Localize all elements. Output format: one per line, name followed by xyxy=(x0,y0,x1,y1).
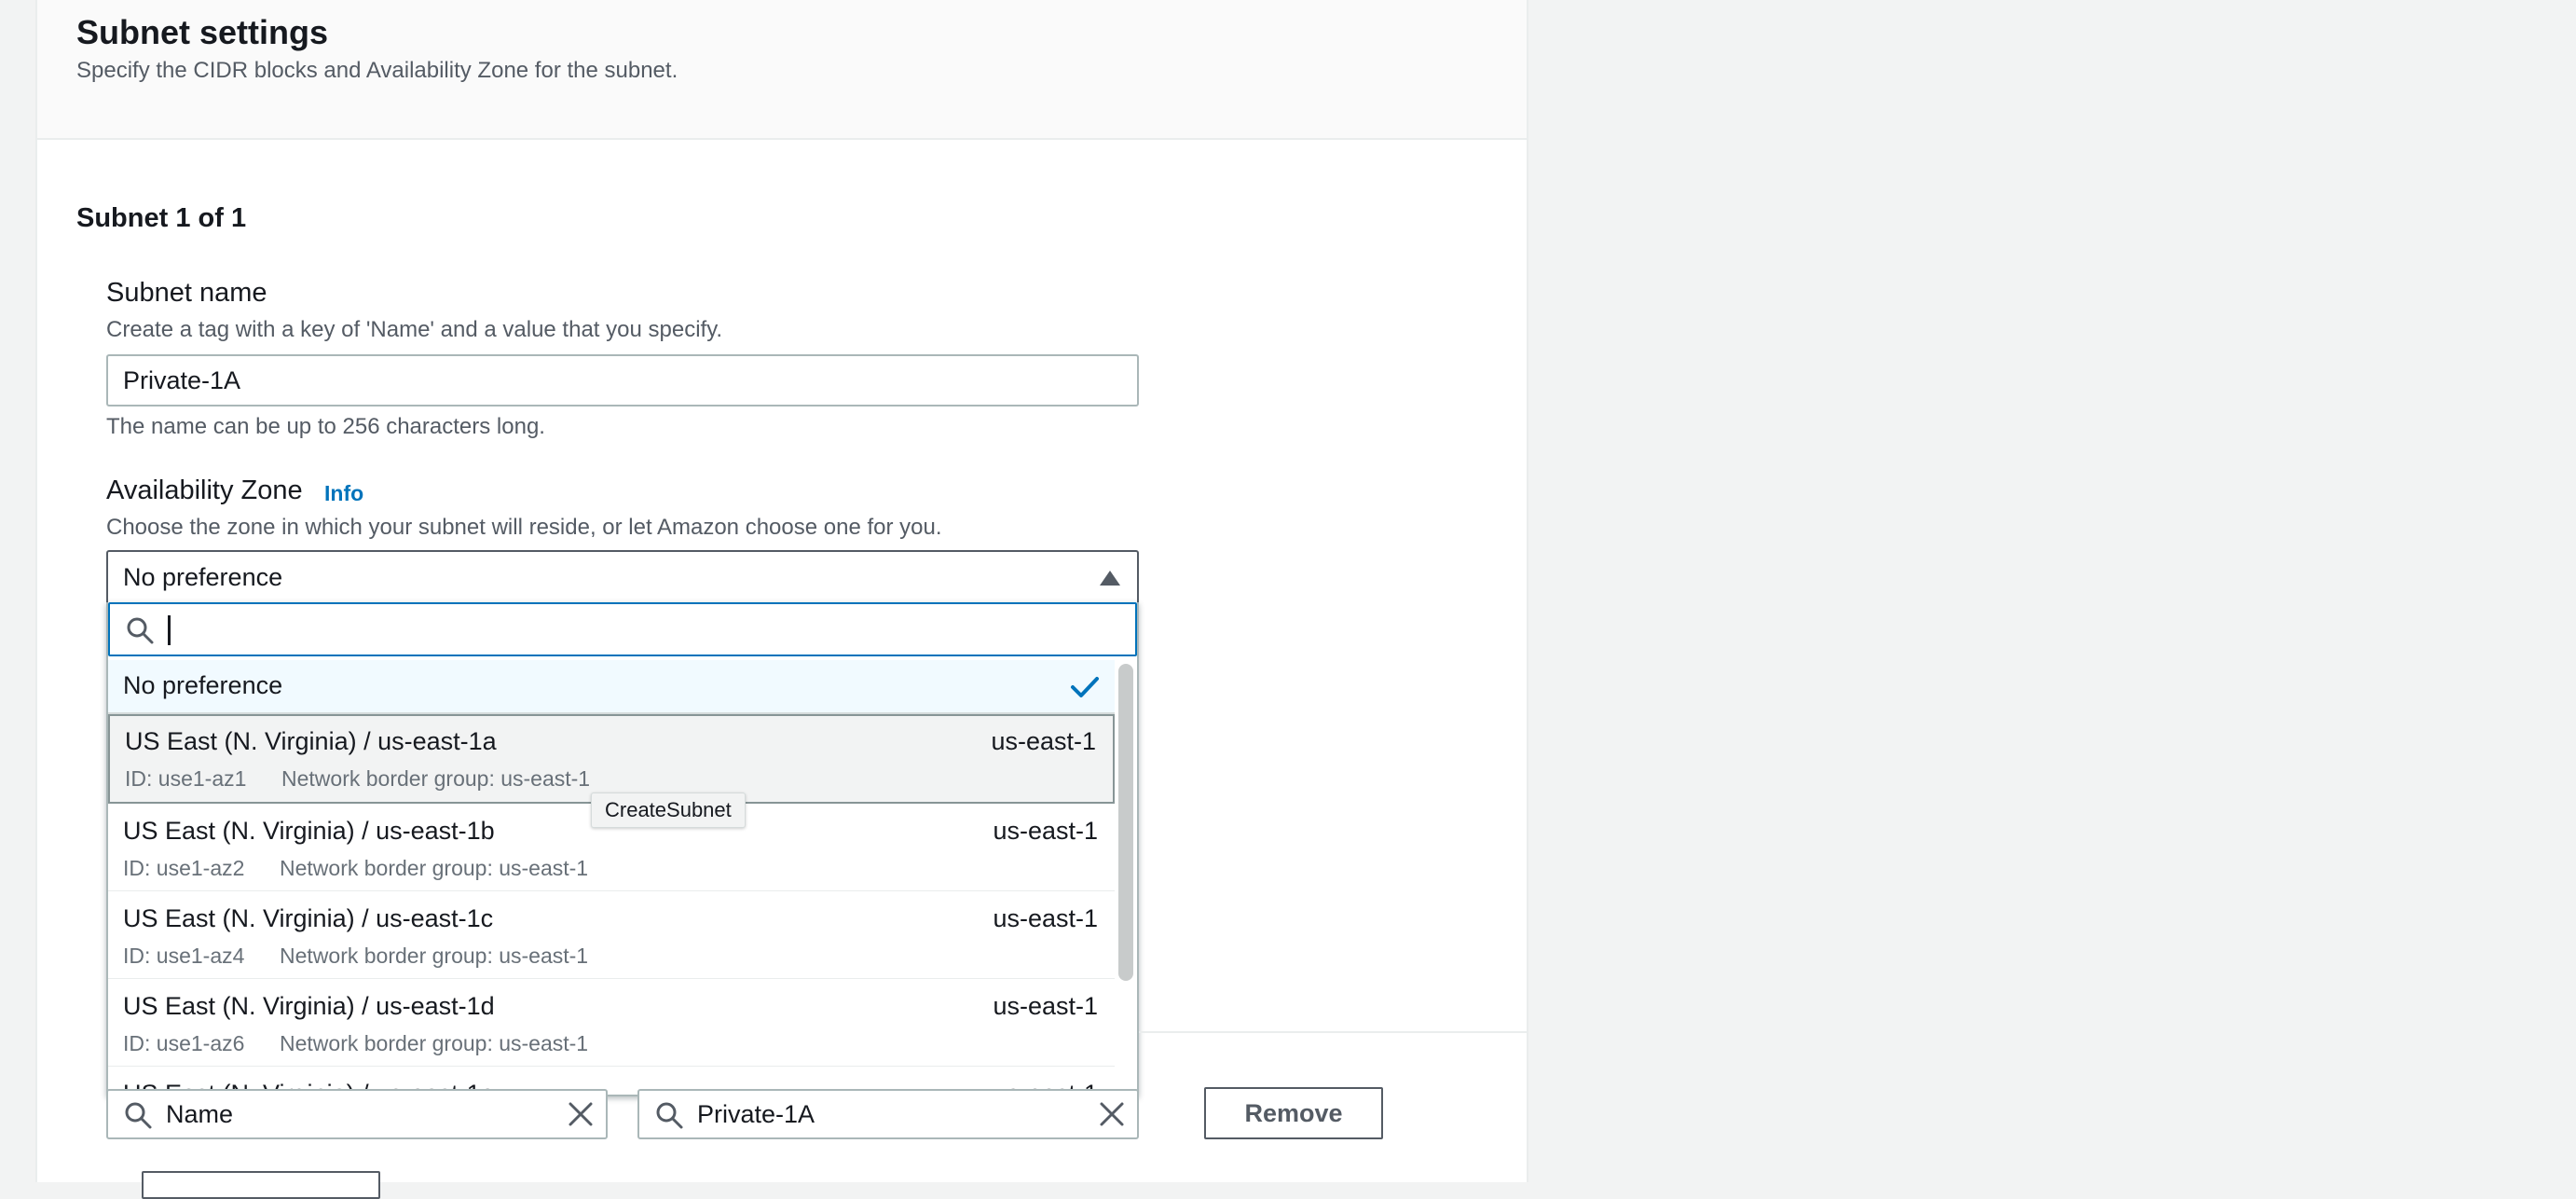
availability-zone-dropdown: No preference US East (N. Virginia) / us… xyxy=(106,602,1139,1096)
remove-tag-button[interactable]: Remove xyxy=(1204,1087,1383,1139)
option-title: US East (N. Virginia) / us-east-1d xyxy=(123,992,495,1020)
option-border-group: Network border group: us-east-1 xyxy=(280,856,589,880)
tag-key-input[interactable]: Name xyxy=(106,1089,608,1139)
option-region: us-east-1 xyxy=(991,727,1096,755)
availability-zone-label: Availability Zone xyxy=(106,475,303,505)
option-title: No preference xyxy=(123,671,283,699)
section-description: Specify the CIDR blocks and Availability… xyxy=(76,58,678,83)
text-cursor xyxy=(168,615,171,645)
option-us-east-1a[interactable]: US East (N. Virginia) / us-east-1a us-ea… xyxy=(108,714,1115,804)
panel-header: Subnet settings Specify the CIDR blocks … xyxy=(37,0,1527,140)
section-divider xyxy=(1139,1031,1528,1033)
option-title: US East (N. Virginia) / us-east-1a xyxy=(125,727,497,755)
availability-zone-description: Choose the zone in which your subnet wil… xyxy=(106,515,942,540)
option-region: us-east-1 xyxy=(993,992,1098,1020)
option-title: US East (N. Virginia) / us-east-1c xyxy=(123,904,494,932)
dropdown-options-list: No preference US East (N. Virginia) / us… xyxy=(108,660,1115,1095)
search-icon xyxy=(656,1102,683,1129)
option-border-group: Network border group: us-east-1 xyxy=(281,766,591,791)
option-zone-id: ID: use1-az6 xyxy=(123,1031,245,1055)
option-us-east-1d[interactable]: US East (N. Virginia) / us-east-1d us-ea… xyxy=(108,979,1115,1067)
option-zone-id: ID: use1-az4 xyxy=(123,944,245,968)
add-tag-button[interactable] xyxy=(142,1171,380,1199)
availability-zone-info-link[interactable]: Info xyxy=(324,481,363,506)
option-zone-id: ID: use1-az1 xyxy=(125,766,247,791)
section-title: Subnet settings xyxy=(76,13,329,51)
subnet-heading: Subnet 1 of 1 xyxy=(76,203,247,233)
subnet-settings-panel: Subnet settings Specify the CIDR blocks … xyxy=(35,0,1528,1199)
option-region: us-east-1 xyxy=(993,817,1098,845)
search-icon xyxy=(125,1102,152,1129)
tag-value-input[interactable]: Private-1A xyxy=(637,1089,1139,1139)
option-title: US East (N. Virginia) / us-east-1b xyxy=(123,817,495,845)
availability-zone-select[interactable]: No preference xyxy=(106,550,1139,604)
subnet-name-description: Create a tag with a key of 'Name' and a … xyxy=(106,317,723,342)
clear-icon[interactable] xyxy=(1098,1100,1126,1128)
dropdown-scrollbar-thumb[interactable] xyxy=(1118,664,1133,981)
option-us-east-1c[interactable]: US East (N. Virginia) / us-east-1c us-ea… xyxy=(108,891,1115,979)
dropdown-scrollbar[interactable] xyxy=(1117,662,1135,1095)
subnet-name-input[interactable] xyxy=(106,354,1139,407)
dropdown-search-input[interactable] xyxy=(108,602,1137,656)
clear-icon[interactable] xyxy=(567,1100,595,1128)
search-icon xyxy=(127,617,154,644)
option-border-group: Network border group: us-east-1 xyxy=(280,944,589,968)
tag-key-value: Name xyxy=(166,1100,234,1128)
tooltip: CreateSubnet xyxy=(591,792,746,828)
option-region: us-east-1 xyxy=(993,904,1098,932)
availability-zone-selected-value: No preference xyxy=(123,563,283,591)
tag-value-value: Private-1A xyxy=(697,1100,815,1128)
option-border-group: Network border group: us-east-1 xyxy=(280,1031,589,1055)
subnet-name-label: Subnet name xyxy=(106,278,267,308)
check-icon xyxy=(1071,677,1099,697)
subnet-name-hint: The name can be up to 256 characters lon… xyxy=(106,414,545,439)
option-zone-id: ID: use1-az2 xyxy=(123,856,245,880)
caret-up-icon xyxy=(1100,571,1120,586)
option-no-preference[interactable]: No preference xyxy=(108,660,1115,714)
